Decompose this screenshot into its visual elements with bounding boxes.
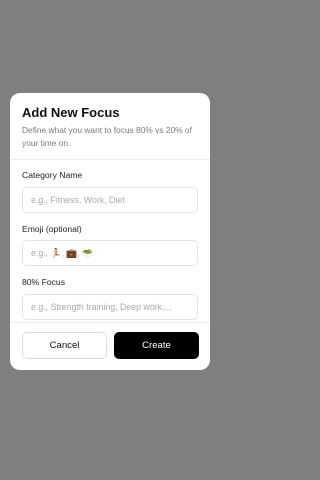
cancel-button[interactable]: Cancel — [22, 332, 107, 359]
dialog-title: Add New Focus — [22, 105, 120, 120]
emoji-label: Emoji (optional) — [22, 224, 82, 234]
dialog-footer: Cancel Create — [10, 322, 210, 370]
dialog-form[interactable]: Category Name Emoji (optional) 80% Focus — [10, 160, 210, 322]
dialog-header: Add New Focus Define what you want to fo… — [10, 93, 210, 160]
category-name-input[interactable] — [22, 187, 198, 213]
category-name-label: Category Name — [22, 170, 83, 180]
focus-80-label: 80% Focus — [22, 277, 65, 287]
dialog-subtitle: Define what you want to focus 80% vs 20%… — [22, 125, 192, 148]
focus-80-input[interactable] — [22, 294, 198, 320]
emoji-input[interactable] — [22, 240, 198, 266]
add-focus-dialog: Add New Focus Define what you want to fo… — [10, 93, 210, 370]
create-button[interactable]: Create — [114, 332, 199, 359]
